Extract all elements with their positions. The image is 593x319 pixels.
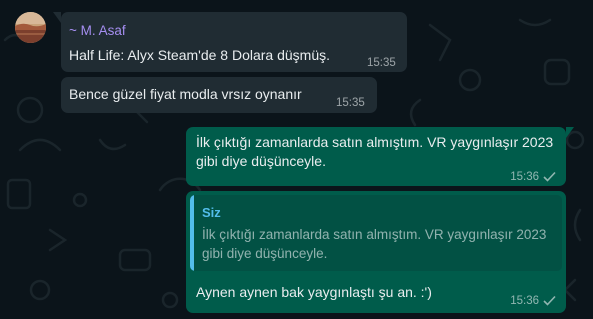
outgoing-message[interactable]: Siz İlk çıktığı zamanlarda satın almıştı…	[186, 191, 566, 313]
message-text: Half Life: Alyx Steam'de 8 Dolara düşmüş…	[69, 47, 331, 63]
message-text: İlk çıktığı zamanlarda satın almıştım. V…	[196, 134, 554, 169]
message-time: 15:36	[510, 171, 539, 183]
message-text: Bence güzel fiyat modla vrsız oynanır	[69, 86, 302, 102]
incoming-message[interactable]: Bence güzel fiyat modla vrsız oynanır 15…	[61, 77, 377, 113]
message-meta: 15:36	[510, 166, 556, 187]
sender-name[interactable]: ~ M. Asaf	[69, 21, 126, 40]
single-check-icon	[543, 171, 556, 182]
avatar[interactable]	[15, 12, 46, 43]
message-text: Aynen aynen bak yaygınlaştı şu an. :')	[196, 284, 432, 300]
quoted-text: İlk çıktığı zamanlarda satın almıştım. V…	[202, 227, 547, 261]
quoted-sender: Siz	[202, 205, 221, 220]
message-time: 15:36	[510, 295, 539, 307]
bubble-tail-icon	[53, 12, 61, 23]
message-time: 15:35	[367, 57, 396, 69]
incoming-message[interactable]: ~ M. Asaf Half Life: Alyx Steam'de 8 Dol…	[53, 12, 407, 72]
message-time: 15:35	[336, 97, 365, 109]
profile-photo-icon	[15, 12, 46, 43]
bubble-tail-icon	[566, 127, 574, 138]
outgoing-message[interactable]: İlk çıktığı zamanlarda satın almıştım. V…	[186, 127, 574, 187]
quoted-message[interactable]: Siz İlk çıktığı zamanlarda satın almıştı…	[190, 195, 562, 271]
message-meta: 15:36	[510, 290, 556, 311]
single-check-icon	[543, 295, 556, 306]
quote-accent-bar	[190, 195, 194, 271]
